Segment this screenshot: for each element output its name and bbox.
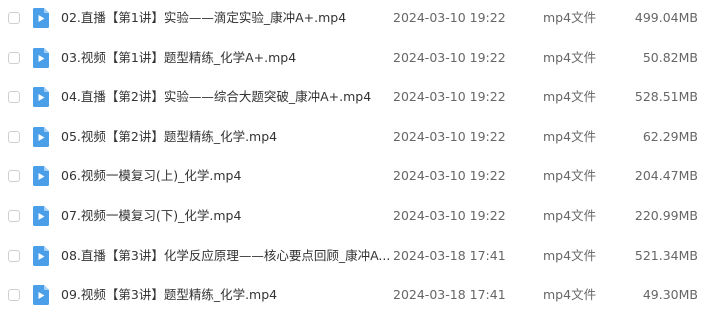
- file-date: 2024-03-10 19:22: [393, 49, 506, 65]
- file-row[interactable]: 05.视频【第2讲】题型精练_化学.mp4 2024-03-10 19:22 mp4…: [0, 119, 716, 159]
- file-checkbox[interactable]: [8, 210, 20, 222]
- video-file-icon: [33, 87, 49, 108]
- file-type: mp4文件: [543, 287, 597, 303]
- file-row[interactable]: 06.视频一模复习(上)_化学.mp4 2024-03-10 19:22 mp4文件…: [0, 158, 716, 198]
- file-row[interactable]: 07.视频一模复习(下)_化学.mp4 2024-03-10 19:22 mp4文件…: [0, 198, 716, 238]
- file-row[interactable]: 04.直播【第2讲】实验——综合大题突破_康冲A+.mp4 2024-03-10 …: [0, 79, 716, 119]
- file-date: 2024-03-18 17:41: [393, 247, 506, 263]
- file-checkbox[interactable]: [8, 12, 20, 24]
- file-name[interactable]: 08.直播【第3讲】化学反应原理——核心要点回顾_康冲A...: [61, 247, 390, 265]
- file-size: 49.30MB: [642, 287, 698, 303]
- file-name[interactable]: 09.视频【第3讲】题型精练_化学.mp4: [61, 286, 277, 304]
- file-type: mp4文件: [543, 49, 597, 65]
- file-size: 220.99MB: [634, 208, 698, 223]
- file-checkbox[interactable]: [8, 289, 20, 302]
- file-date: 2024-03-10 19:22: [393, 10, 506, 25]
- file-type: mp4文件: [543, 128, 597, 144]
- file-date: 2024-03-10 19:22: [393, 208, 506, 223]
- video-file-icon: [33, 8, 49, 28]
- video-file-icon: [33, 245, 49, 266]
- file-size: 204.47MB: [634, 168, 698, 184]
- video-file-icon: [33, 126, 49, 147]
- file-size: 62.29MB: [642, 128, 698, 144]
- file-name[interactable]: 02.直播【第1讲】实验——滴定实验_康冲A+.mp4: [61, 9, 346, 27]
- video-file-icon: [33, 206, 49, 226]
- file-type: mp4文件: [543, 10, 597, 25]
- file-checkbox[interactable]: [8, 170, 20, 183]
- file-date: 2024-03-10 19:22: [393, 128, 506, 144]
- file-size: 50.82MB: [642, 49, 698, 65]
- video-file-icon: [33, 285, 49, 306]
- file-checkbox[interactable]: [8, 91, 20, 104]
- file-name[interactable]: 04.直播【第2讲】实验——综合大题突破_康冲A+.mp4: [61, 88, 371, 106]
- file-name[interactable]: 07.视频一模复习(下)_化学.mp4: [61, 207, 241, 225]
- file-checkbox[interactable]: [8, 51, 20, 64]
- file-list: 02.直播【第1讲】实验——滴定实验_康冲A+.mp4 2024-03-10 19…: [0, 0, 716, 312]
- file-type: mp4文件: [543, 89, 597, 105]
- file-row[interactable]: 08.直播【第3讲】化学反应原理——核心要点回顾_康冲A... 2024-03-1…: [0, 238, 716, 278]
- file-date: 2024-03-10 19:22: [393, 89, 506, 105]
- video-file-icon: [33, 47, 49, 68]
- file-size: 521.34MB: [634, 247, 698, 263]
- file-row[interactable]: 09.视频【第3讲】题型精练_化学.mp4 2024-03-18 17:41 mp4…: [0, 277, 716, 317]
- file-type: mp4文件: [543, 168, 597, 184]
- file-date: 2024-03-10 19:22: [393, 168, 506, 184]
- file-name[interactable]: 06.视频一模复习(上)_化学.mp4: [61, 167, 241, 185]
- file-type: mp4文件: [543, 208, 597, 223]
- file-name[interactable]: 03.视频【第1讲】题型精练_化学A+.mp4: [61, 49, 296, 67]
- file-row[interactable]: 02.直播【第1讲】实验——滴定实验_康冲A+.mp4 2024-03-10 19…: [0, 0, 716, 40]
- file-size: 499.04MB: [634, 10, 698, 25]
- file-type: mp4文件: [543, 247, 597, 263]
- file-row[interactable]: 03.视频【第1讲】题型精练_化学A+.mp4 2024-03-10 19:22 m…: [0, 40, 716, 80]
- file-checkbox[interactable]: [8, 130, 20, 143]
- file-name[interactable]: 05.视频【第2讲】题型精练_化学.mp4: [61, 128, 277, 146]
- file-checkbox[interactable]: [8, 249, 20, 262]
- file-date: 2024-03-18 17:41: [393, 287, 506, 303]
- file-size: 528.51MB: [634, 89, 698, 105]
- video-file-icon: [33, 166, 49, 187]
